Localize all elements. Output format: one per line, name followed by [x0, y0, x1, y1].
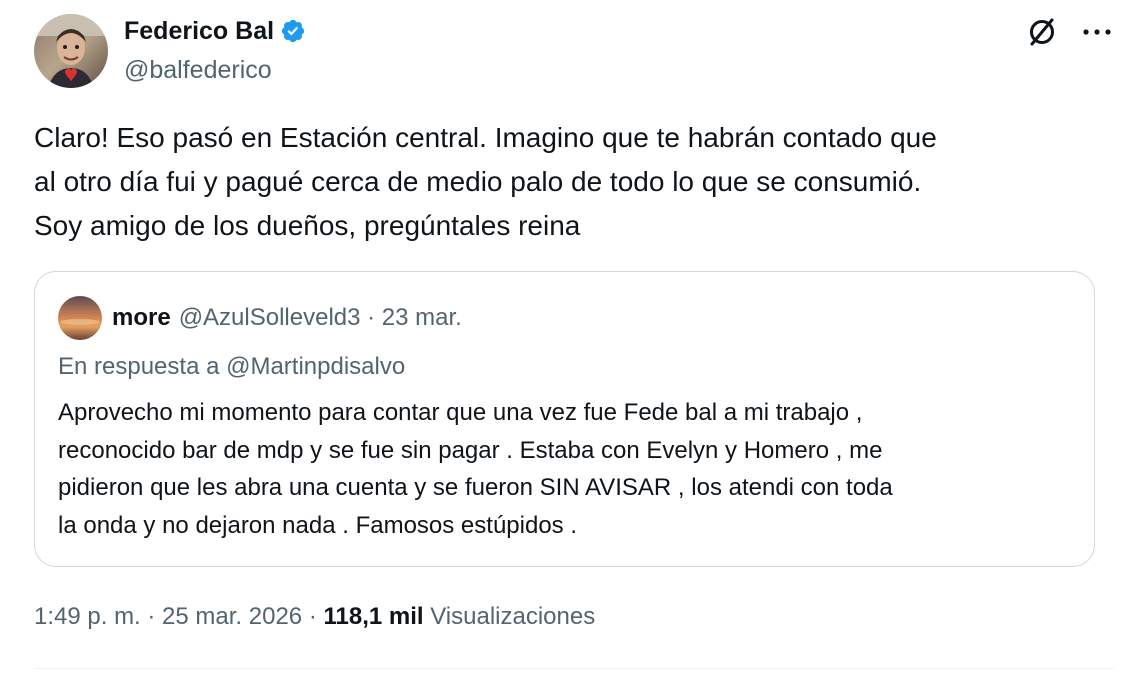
- tweet-timestamp[interactable]: 1:49 p. m. · 25 mar. 2026 ·: [34, 603, 323, 630]
- views-count: 118,1 mil: [323, 603, 424, 630]
- tweet-detail: Federico Bal @balfederico Claro! Eso pas…: [0, 0, 1148, 675]
- views-label: Visualizaciones: [423, 603, 596, 630]
- quoted-author-display-name[interactable]: more: [112, 304, 171, 332]
- grok-icon[interactable]: [1026, 16, 1058, 48]
- author-names: Federico Bal @balfederico: [124, 16, 306, 86]
- verified-badge-icon[interactable]: [280, 18, 306, 44]
- author-handle[interactable]: @balfederico: [124, 54, 306, 86]
- quoted-tweet-text: Aprovecho mi momento para contar que una…: [58, 399, 893, 539]
- tweet-header: Federico Bal @balfederico: [34, 12, 306, 90]
- tweet-metadata: 1:49 p. m. · 25 mar. 2026 · 118,1 mil Vi…: [34, 600, 595, 634]
- quoted-tweet-header: more @AzulSolleveld3 · 23 mar.: [58, 296, 462, 340]
- more-horizontal-icon[interactable]: [1080, 17, 1114, 47]
- tweet-text: Claro! Eso pasó en Estación central. Ima…: [34, 122, 937, 241]
- quoted-reply-context: En respuesta a @Martinpdisalvo: [58, 353, 406, 380]
- tweet-top-actions: [1026, 16, 1114, 48]
- author-display-name[interactable]: Federico Bal: [124, 16, 274, 46]
- author-name-row: Federico Bal: [124, 16, 306, 46]
- author-avatar[interactable]: [34, 14, 108, 88]
- quoted-author-avatar[interactable]: [58, 296, 102, 340]
- divider: [34, 668, 1114, 669]
- quoted-author-handle-date[interactable]: @AzulSolleveld3 · 23 mar.: [179, 304, 462, 332]
- quoted-tweet[interactable]: more @AzulSolleveld3 · 23 mar. En respue…: [34, 271, 1095, 567]
